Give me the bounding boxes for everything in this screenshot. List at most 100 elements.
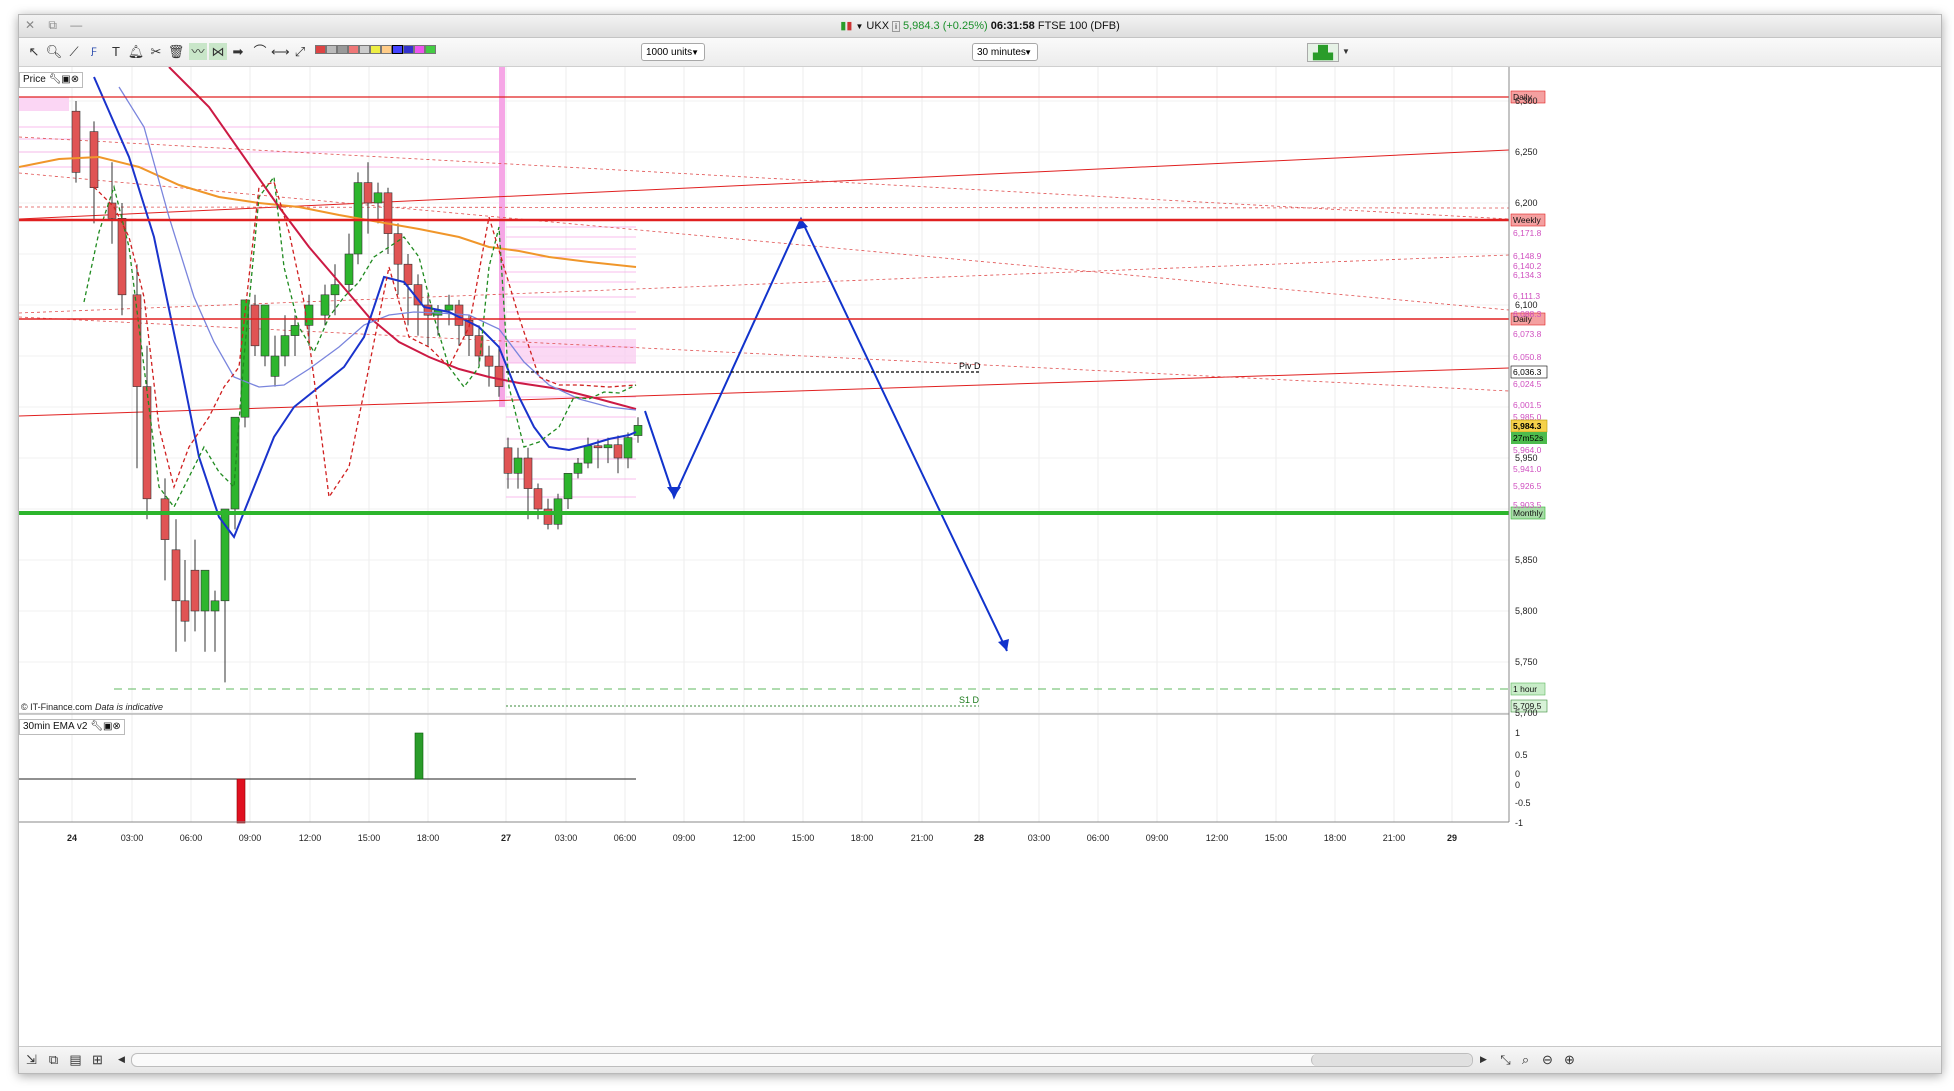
price-tick-label: 6,300	[1515, 96, 1538, 106]
price-pane-label[interactable]: Price 🔧︎▣⊗	[19, 72, 84, 88]
candle-up	[200, 569, 210, 612]
pink-level-label: 6,024.5	[1513, 379, 1542, 389]
line-style-icon[interactable]: 〰	[189, 43, 207, 60]
color-swatch-silver[interactable]	[359, 45, 370, 54]
wrench-icon[interactable]: 🔧︎	[90, 721, 103, 732]
time-tick-label: 18:00	[1324, 833, 1347, 843]
scroll-right-icon[interactable]: ▶	[1475, 1051, 1492, 1068]
fibonacci-icon[interactable]: Ƒ	[85, 43, 103, 60]
chevron-down-icon[interactable]: ▼	[855, 22, 863, 31]
pink-level-label: 6,171.8	[1513, 228, 1542, 238]
scale-icon[interactable]: ⤡	[1497, 1051, 1514, 1068]
trash-icon[interactable]: 🗑︎	[167, 43, 185, 60]
pivot-zone-box	[506, 339, 636, 363]
color-swatch-darkgrey[interactable]	[337, 45, 348, 54]
copy-icon[interactable]: ⧉	[45, 1051, 62, 1068]
chevron-down-icon[interactable]: ▼	[1337, 43, 1355, 60]
export-icon[interactable]: ⇲	[23, 1051, 40, 1068]
window-icon[interactable]: ▣	[61, 74, 70, 85]
candle-down	[190, 569, 200, 612]
tools-icon[interactable]: ✂	[147, 43, 165, 60]
chart-type-icon[interactable]: ▟▙	[1307, 43, 1339, 62]
draw-trendline-icon[interactable]: ⟋	[65, 43, 83, 60]
close-icon[interactable]: ⊗	[112, 721, 120, 732]
pink-level-label: 5,941.0	[1513, 464, 1542, 474]
candle-down	[250, 304, 260, 347]
price-tick-label: 6,100	[1515, 300, 1538, 310]
time-tick-label: 29	[1447, 833, 1457, 843]
weekly-level-label: Weekly	[1513, 215, 1541, 225]
disclaimer-text: Data is indicative	[95, 702, 163, 712]
wrench-icon[interactable]: 🔧︎	[49, 74, 62, 85]
candle-up	[623, 437, 633, 459]
price-tick-label: 5,700	[1515, 708, 1538, 718]
chart-area[interactable]: Daily Weekly Daily Monthly 1 hour Piv D 6,036.…	[19, 66, 1941, 1045]
candle-down	[484, 355, 494, 367]
candle-up	[280, 335, 290, 357]
indicator-pane-label[interactable]: 30min EMA v2 🔧︎▣⊗	[19, 719, 125, 735]
arrow-tool-icon[interactable]: ➡	[229, 43, 247, 60]
zoom-in-icon[interactable]: ⊕	[1561, 1051, 1578, 1068]
color-swatch-yellow[interactable]	[370, 45, 381, 54]
indicator-tick-label: -1	[1515, 818, 1523, 828]
color-swatch-grey[interactable]	[326, 45, 337, 54]
pattern-icon[interactable]: ⋈	[209, 43, 227, 60]
close-icon[interactable]: ⊗	[71, 74, 79, 85]
price-axis: 6,300 6,250 6,200 6,100 5,950 5,850 5,800 5,750…	[1515, 96, 1538, 828]
candle-up	[563, 472, 573, 500]
ray-icon[interactable]: ⤢	[291, 43, 309, 60]
color-swatch-navy[interactable]	[403, 45, 414, 54]
candle-up	[603, 444, 613, 449]
pivot-zone-left	[19, 97, 69, 111]
zoom-out-icon[interactable]: ⊖	[1539, 1051, 1556, 1068]
candle-down	[180, 600, 190, 622]
time-tick-label: 09:00	[239, 833, 262, 843]
candle-down	[403, 263, 413, 285]
time-tick-label: 27	[501, 833, 511, 843]
window-title: ▮▮ ▼ UKX i 5,984.3 (+0.25%) 06:31:58 FTS…	[840, 20, 1120, 32]
chevron-down-icon: ▼	[1024, 48, 1032, 57]
oscillator-bar-negative	[236, 778, 246, 824]
color-swatch-green[interactable]	[425, 45, 436, 54]
price-tick-label: 5,950	[1515, 453, 1538, 463]
zoom-fit-icon[interactable]: ⌕	[1517, 1051, 1534, 1068]
color-swatch-pink[interactable]	[348, 45, 359, 54]
layout-icon[interactable]: ▤	[67, 1051, 84, 1068]
time-tick-label: 12:00	[299, 833, 322, 843]
horizontal-line-icon[interactable]: ⟷	[271, 43, 290, 60]
color-swatch-orange[interactable]	[381, 45, 392, 54]
alert-bell-icon[interactable]: 🔔︎	[127, 43, 145, 60]
scrollbar-thumb[interactable]	[1311, 1054, 1472, 1066]
time-scrollbar[interactable]	[131, 1053, 1473, 1067]
indicator-tick-label: 0	[1515, 769, 1520, 779]
candle-down	[89, 131, 99, 188]
candle-up	[444, 304, 454, 311]
time-tick-label: 15:00	[792, 833, 815, 843]
clock-time: 06:31:58	[990, 20, 1035, 32]
units-select[interactable]: 1000 units ▼	[641, 43, 705, 61]
time-tick-label: 21:00	[1383, 833, 1406, 843]
pink-level-label: 6,088.3	[1513, 309, 1542, 319]
text-tool-icon[interactable]: T	[107, 43, 125, 60]
zoom-icon[interactable]: 🔍︎	[45, 43, 63, 60]
copyright-text: © IT-Finance.com	[21, 702, 92, 712]
curve-tool-icon[interactable]: ⌒	[251, 43, 269, 60]
candle-up	[583, 445, 593, 464]
time-tick-label: 06:00	[1087, 833, 1110, 843]
color-swatch-blue[interactable]	[392, 45, 403, 54]
color-swatch-red[interactable]	[315, 45, 326, 54]
info-icon[interactable]: i	[892, 21, 900, 32]
time-tick-label: 03:00	[555, 833, 578, 843]
window-icon[interactable]: ▣	[103, 721, 112, 732]
scroll-left-icon[interactable]: ◀	[113, 1051, 130, 1068]
color-swatch-magenta[interactable]	[414, 45, 425, 54]
pointer-icon[interactable]: ↖	[25, 43, 43, 60]
candle-down	[383, 192, 393, 234]
pink-level-label: 6,001.5	[1513, 400, 1542, 410]
indicator-tick-label: 1	[1515, 728, 1520, 738]
last-price: 5,984.3	[902, 20, 940, 32]
pink-level-label: 6,073.8	[1513, 329, 1542, 339]
compare-icon[interactable]: ⊞	[89, 1051, 106, 1068]
time-tick-label: 15:00	[358, 833, 381, 843]
interval-select[interactable]: 30 minutes ▼	[972, 43, 1038, 61]
